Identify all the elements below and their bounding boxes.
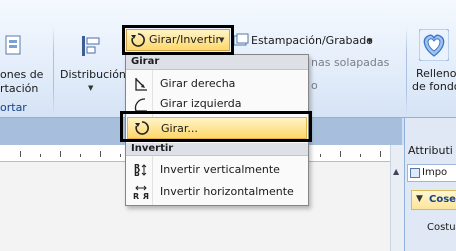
attributes-panel-title: Attributi [408, 144, 453, 157]
hidden-ribbon-text: o [311, 79, 318, 92]
relleno-label-line1: Relleno [416, 67, 456, 80]
menu-item-invertir-verticalmente[interactable]: RR Invertir verticalmente [127, 159, 307, 181]
chevron-down-icon: ▼ [88, 84, 94, 92]
expand-triangle-icon: ▼ [416, 194, 423, 204]
scroll-up-icon[interactable]: ▲ [393, 167, 399, 176]
relleno-label-line2: de fondo [412, 80, 456, 93]
relleno-de-fondo-button[interactable]: Relleno de fondo [410, 28, 456, 93]
import-export-icon [2, 34, 26, 60]
left-group-label: ortar [0, 101, 27, 114]
panel-tab-icon [410, 168, 420, 178]
girar-invertir-label: Girar/Invertir [149, 33, 220, 46]
rotate-right-icon [133, 76, 149, 92]
fill-icon [418, 28, 450, 62]
vertical-scrollbar[interactable]: ▲ [390, 145, 404, 251]
girar-invertir-button[interactable]: Girar/Invertir ▼ [126, 29, 230, 51]
rotate-icon [130, 32, 146, 48]
flip-horizontal-icon: RR [133, 184, 149, 201]
svg-text:R: R [133, 192, 139, 200]
menu-item-girar-derecha[interactable]: Girar derecha [127, 73, 307, 95]
girar-invertir-menu: Girar Girar derecha Girar izquierda Gira… [125, 54, 309, 206]
menu-item-girar-izquierda[interactable]: Girar izquierda [127, 95, 307, 113]
chevron-down-icon: ▼ [367, 37, 373, 45]
distribucion-label: Distribución [60, 68, 126, 81]
stitch-section-header[interactable]: ▼ Cose [411, 190, 456, 210]
menu-item-invertir-horizontalmente[interactable]: RR Invertir horizontalmente [127, 181, 307, 203]
menu-item-label: Girar derecha [160, 77, 236, 90]
stamp-icon [233, 33, 249, 48]
distribucion-button[interactable]: Distribución ▼ [58, 32, 126, 94]
stitch-section-label: Cose [429, 194, 456, 205]
svg-text:R: R [134, 168, 140, 177]
menu-header-invertir: Invertir [126, 143, 308, 156]
left-group-line2: rtación [0, 82, 39, 95]
menu-item-label: Invertir horizontalmente [160, 185, 294, 198]
rotate-icon [134, 120, 150, 136]
estampacion-button[interactable]: Estampación/Grabado ▼ [231, 31, 377, 51]
overlapping-shapes-label: nas solapadas [311, 56, 390, 69]
svg-text:R: R [143, 192, 149, 200]
group-separator [406, 26, 407, 116]
estampacion-label: Estampación/Grabado [251, 34, 373, 47]
stitch-row-label: Costu [427, 222, 456, 233]
menu-item-label: Invertir verticalmente [160, 163, 280, 176]
import-tab-label: Impo [422, 167, 448, 178]
distribution-icon [80, 34, 102, 58]
group-separator [53, 26, 54, 116]
menu-item-girar[interactable]: Girar... [127, 117, 307, 139]
rotate-left-icon [133, 97, 149, 113]
menu-header-girar: Girar [126, 55, 308, 70]
menu-item-label: Girar izquierda [160, 97, 242, 110]
import-tab[interactable]: Impo [407, 164, 456, 182]
chevron-down-icon: ▼ [219, 36, 225, 44]
flip-vertical-icon: RR [133, 162, 149, 178]
attributes-panel: Attributi Impo ▼ Cose Costu [404, 118, 456, 251]
left-group-line1: ones de [0, 68, 44, 81]
menu-item-label: Girar... [161, 122, 198, 135]
